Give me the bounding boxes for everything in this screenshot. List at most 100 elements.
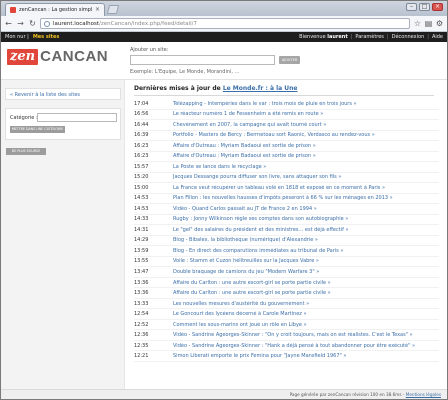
feed-item: 17:04 Télézapping - Intempéries dans le v… — [134, 99, 439, 110]
address-host: laurent.localhost — [53, 20, 99, 27]
feed-item-time: 16:56 — [134, 111, 149, 118]
feed-item: 15:20 Jacques Dessange pourra diffuser so… — [134, 173, 439, 184]
feed-item-link[interactable]: Affaire du Carlton : une autre escort-gi… — [173, 290, 331, 296]
feed-item-link[interactable]: Les nouvelles mesures d'austérité du gou… — [173, 301, 309, 307]
feed-item-time: 14:33 — [134, 216, 149, 223]
back-to-sites-link[interactable]: « Revenir à la liste des sites — [10, 92, 80, 98]
address-path: /zenCancan/index.php/feed/detail/7 — [99, 20, 198, 27]
feed-item-time: 12:36 — [134, 332, 149, 339]
feed-item-time: 14:31 — [134, 226, 149, 233]
source-link[interactable]: Le Monde.fr : à la Une — [223, 85, 298, 92]
feed-item-time: 15:00 — [134, 184, 149, 191]
logout-link[interactable]: Déconnexion — [392, 34, 425, 40]
feed-item-link[interactable]: Blog - En direct des comparutions immédi… — [173, 248, 343, 254]
feed-item-link[interactable]: Vidéo - Sandrine Ageorges-Skinner : "Han… — [173, 343, 415, 349]
feed-item-link[interactable]: La France veut récupérer un tableau volé… — [173, 185, 385, 191]
feed-item: 14:33 Rugby : Jonny Wilkinson règle ses c… — [134, 215, 439, 226]
feed-item: 13:33 Les nouvelles mesures d'austérité d… — [134, 299, 439, 310]
minimize-button[interactable]: – — [406, 3, 417, 11]
tab-close-icon[interactable]: × — [95, 7, 100, 13]
add-site-label: Ajouter un site: — [130, 47, 169, 53]
feed-item-link[interactable]: Plan Fillon : les nouvelles hausses d'im… — [173, 195, 393, 201]
close-window-button[interactable]: × — [432, 3, 443, 11]
help-link[interactable]: Aide — [432, 34, 443, 40]
category-input[interactable] — [37, 113, 117, 122]
feed-item-link[interactable]: La Poste se lance dans le recyclage » — [173, 164, 266, 170]
feed-item-link[interactable]: Double braquage de camions du jeu "Moder… — [173, 269, 319, 275]
feed-item-link[interactable]: Le "gel" des salaires du président et de… — [173, 227, 349, 233]
category-label: Catégorie : — [10, 115, 38, 121]
feed-item-link[interactable]: Télézapping - Intempéries dans le var : … — [173, 101, 357, 107]
feed-item-time: 15:57 — [134, 163, 149, 170]
mes-sites-link[interactable]: Mes sites — [33, 34, 60, 40]
logo-zen: zen — [7, 48, 39, 65]
legal-link[interactable]: Mentions légales — [406, 392, 441, 397]
feed-item-time: 16:23 — [134, 142, 149, 149]
page-footer: Page générée par zenCancan révision 100 … — [1, 389, 447, 399]
feed-item: 14:29 Blog - Bibalex, la bibliothèque (nu… — [134, 236, 439, 247]
feed-item: 16:23 Affaire d'Outreau : Myriam Badaoui … — [134, 152, 439, 163]
feed-item-link[interactable]: Le réacteur numéro 1 de Fessenheim a été… — [173, 111, 323, 117]
feed-item-time: 12:21 — [134, 353, 149, 360]
separator: | — [427, 34, 429, 40]
star-icon[interactable]: ☆ — [413, 19, 422, 28]
topbar-right: Bienvenue laurent | Paramètres | Déconne… — [299, 34, 443, 40]
maximize-button[interactable]: □ — [419, 3, 430, 11]
feed-item: 12:54 Le Goncourt des lycéens décerné à C… — [134, 309, 439, 320]
feed-item-time: 13:59 — [134, 247, 149, 254]
forward-arrow-icon[interactable]: → — [16, 19, 25, 28]
page-menu-icon[interactable]: ▤ — [424, 19, 433, 28]
feed-item-time: 13:55 — [134, 258, 149, 265]
separator: | — [350, 34, 353, 40]
feed-item-time: 16:44 — [134, 121, 149, 128]
feed-item-link[interactable]: Le Goncourt des lycéens décerné à Carole… — [173, 311, 307, 317]
feed-item: 16:39 Portfolio - Masters de Bercy : Berr… — [134, 131, 439, 142]
logo-cancan: CANCAN — [40, 48, 109, 65]
separator: | — [386, 34, 389, 40]
feed-item-time: 13:36 — [134, 290, 149, 297]
set-category-button[interactable]: METTRE DANS UNE CATÉGORIE — [10, 126, 65, 133]
back-box: « Revenir à la liste des sites — [5, 88, 121, 100]
feed-item-link[interactable]: Affaire d'Outreau : Myriam Badaoui est s… — [173, 143, 316, 149]
feed-item: 12:36 Vidéo - Sandrine Ageorges-Skinner :… — [134, 330, 439, 341]
site-top-bar: Mon nur | Mes sites Bienvenue laurent | … — [1, 32, 447, 42]
feed-item: 13:47 Double braquage de camions du jeu "… — [134, 267, 439, 278]
welcome-text: Bienvenue laurent — [299, 34, 348, 40]
site-logo[interactable]: zen CANCAN — [7, 48, 108, 65]
page-title: Dernières mises à jour de Le Monde.fr : … — [134, 85, 298, 92]
more-source-button[interactable]: DE PLUS SOURCE — [6, 148, 46, 155]
feed-item-link[interactable]: Rugby : Jonny Wilkinson règle ses compte… — [173, 216, 348, 222]
welcome-prefix: Bienvenue — [299, 34, 326, 40]
browser-tab[interactable]: zenCancan : La gestion simple × — [5, 3, 105, 16]
username: laurent — [327, 34, 348, 40]
feed-item: 16:23 Affaire d'Outreau : Myriam Badaoui … — [134, 141, 439, 152]
feed-item-link[interactable]: Vidéo - Quand Carlos passait au JT de Fr… — [173, 206, 317, 212]
new-tab-button[interactable] — [106, 5, 120, 14]
feed-item-link[interactable]: Voile : Stamm et Cuzon hélitreuillés sur… — [173, 258, 319, 264]
main-content: Dernières mises à jour de Le Monde.fr : … — [128, 80, 447, 389]
feed-item-link[interactable]: Affaire du Carlton : une autre escort-gi… — [173, 280, 331, 286]
wrench-icon[interactable]: ⚙ — [435, 19, 444, 28]
back-arrow-icon[interactable]: ← — [4, 19, 13, 28]
feed-item-time: 13:33 — [134, 300, 149, 307]
feed-item-link[interactable]: Chevènement en 2007, la campagne qui ava… — [173, 122, 326, 128]
address-bar[interactable]: laurent.localhost/zenCancan/index.php/fe… — [40, 18, 410, 29]
add-site-input[interactable] — [130, 55, 275, 65]
settings-link[interactable]: Paramètres — [355, 34, 384, 40]
tab-title: zenCancan : La gestion simple — [19, 7, 92, 13]
feed-item-link[interactable]: Blog - Bibalex, la bibliothèque (numériq… — [173, 237, 318, 243]
browser-window: zenCancan : La gestion simple × – □ × ← … — [0, 0, 448, 400]
reload-icon[interactable]: ↻ — [28, 19, 37, 28]
feed-item-link[interactable]: Affaire d'Outreau : Myriam Badaoui est s… — [173, 153, 316, 159]
mon-nur-link[interactable]: Mon nur | — [5, 34, 29, 40]
feed-item-link[interactable]: Vidéo - Sandrine Ageorges-Skinner : "On … — [173, 332, 413, 338]
feed-item-link[interactable]: Simon Liberati emporte le prix Femina po… — [173, 353, 346, 359]
add-site-button[interactable]: AJOUTER — [279, 56, 300, 64]
feed-item-time: 14:29 — [134, 237, 149, 244]
feed-item-time: 16:39 — [134, 132, 149, 139]
feed-item-link[interactable]: Jacques Dessange pourra diffuser son liv… — [173, 174, 341, 180]
toolbar-right: ☆ ▤ ⚙ — [413, 19, 444, 28]
feed-item-link[interactable]: Comment les sous-marins ont joué un rôle… — [173, 322, 307, 328]
feed-item-time: 12:52 — [134, 321, 149, 328]
feed-item-link[interactable]: Portfolio - Masters de Bercy : Berrnetoa… — [173, 132, 375, 138]
